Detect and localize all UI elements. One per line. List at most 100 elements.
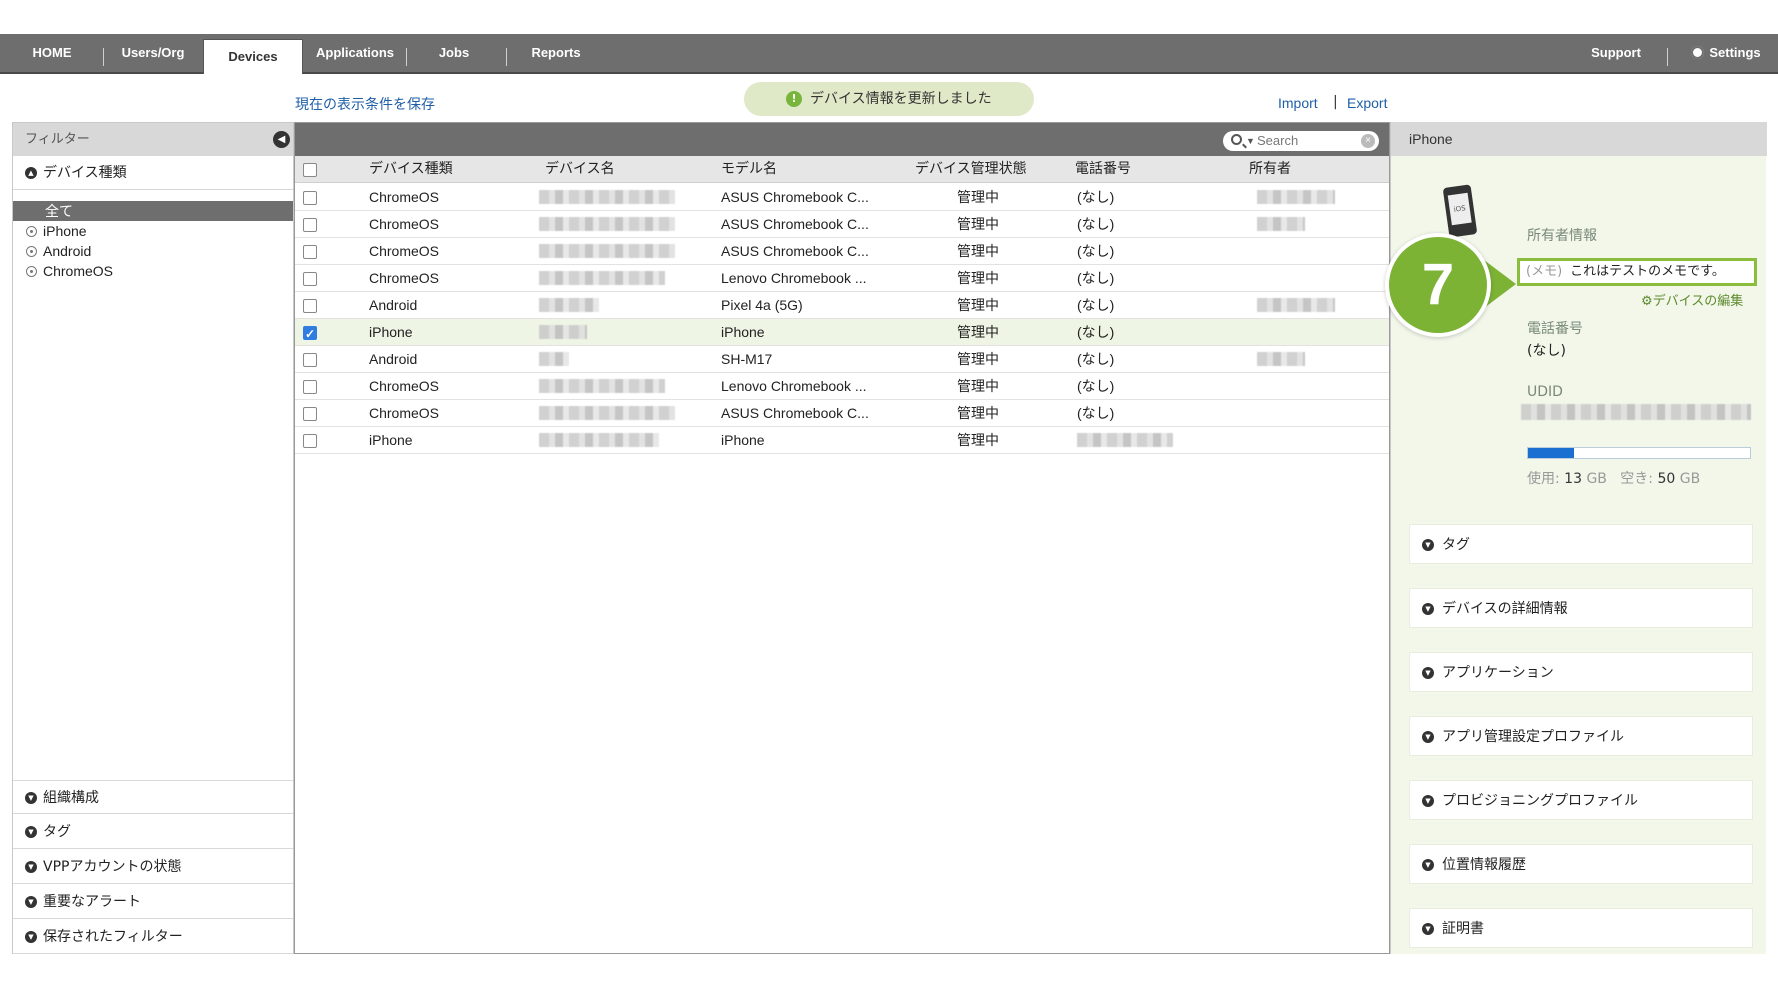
storage-used-fill xyxy=(1528,448,1574,458)
nav-support[interactable]: Support xyxy=(1580,34,1652,72)
filter-option-chromeos[interactable]: ChromeOS xyxy=(13,261,293,281)
table-row[interactable]: ChromeOS ASUS Chromebook C... 管理中 (なし) xyxy=(295,238,1389,265)
nav-devices[interactable]: Devices xyxy=(203,39,303,74)
row-checkbox[interactable] xyxy=(303,245,317,259)
filter-option-all[interactable]: 全て xyxy=(13,201,293,221)
cell-model: iPhone xyxy=(721,432,765,448)
cell-device-type: Android xyxy=(369,351,418,367)
row-checkbox[interactable] xyxy=(303,299,317,313)
filter-section-label: タグ xyxy=(43,824,71,840)
clear-icon[interactable]: × xyxy=(1361,134,1375,148)
filter-section-tags[interactable]: ▼ タグ xyxy=(13,815,293,849)
nav-jobs[interactable]: Jobs xyxy=(414,34,494,72)
row-checkbox[interactable] xyxy=(303,353,317,367)
table-row[interactable]: ChromeOS ASUS Chromebook C... 管理中 (なし) xyxy=(295,211,1389,238)
column-header-owner[interactable]: 所有者 xyxy=(1249,156,1291,183)
filter-section-label: デバイス種類 xyxy=(43,165,127,181)
table-row[interactable]: Android Pixel 4a (5G) 管理中 (なし) xyxy=(295,292,1389,319)
table-row[interactable]: ChromeOS ASUS Chromebook C... 管理中 (なし) xyxy=(295,400,1389,427)
device-name-redacted xyxy=(539,325,587,339)
row-checkbox[interactable] xyxy=(303,191,317,205)
detail-section-provisioning[interactable]: ▼ プロビジョニングプロファイル xyxy=(1409,780,1753,820)
detail-section-label: アプリケーション xyxy=(1442,665,1554,681)
filter-section-saved[interactable]: ▼ 保存されたフィルター xyxy=(13,920,293,954)
table-row[interactable]: ChromeOS Lenovo Chromebook ... 管理中 (なし) xyxy=(295,265,1389,292)
cell-device-type: ChromeOS xyxy=(369,378,440,394)
storage-used-value: 13 xyxy=(1564,471,1582,487)
owner-info-label: 所有者情報 xyxy=(1527,228,1597,244)
filter-section-org[interactable]: ▼ 組織構成 xyxy=(13,780,293,814)
nav-separator xyxy=(103,48,104,66)
cell-model: Lenovo Chromebook ... xyxy=(721,378,867,394)
filter-section-vpp[interactable]: ▼ VPPアカウントの状態 xyxy=(13,850,293,884)
save-filter-link[interactable]: 現在の表示条件を保存 xyxy=(295,94,435,114)
detail-section-app-config[interactable]: ▼ アプリ管理設定プロファイル xyxy=(1409,716,1753,756)
row-checkbox[interactable] xyxy=(303,407,317,421)
chevron-down-icon: ▼ xyxy=(25,931,37,943)
filter-section-alerts[interactable]: ▼ 重要なアラート xyxy=(13,885,293,919)
owner-redacted xyxy=(1257,352,1305,366)
column-header-type[interactable]: デバイス種類 xyxy=(369,156,453,183)
nav-home[interactable]: HOME xyxy=(12,34,92,72)
filter-section-device-type[interactable]: ▲ デバイス種類 xyxy=(13,156,293,190)
search-input[interactable]: ▼ Search × xyxy=(1223,131,1379,151)
cell-phone: (なし) xyxy=(1077,243,1115,259)
row-checkbox[interactable] xyxy=(303,380,317,394)
detail-section-label: デバイスの詳細情報 xyxy=(1442,601,1568,617)
cell-device-type: iPhone xyxy=(369,432,413,448)
radio-icon xyxy=(26,246,37,257)
filter-option-iphone[interactable]: iPhone xyxy=(13,221,293,241)
cell-status: 管理中 xyxy=(957,270,999,286)
radio-icon xyxy=(26,266,37,277)
device-name-redacted xyxy=(539,352,569,366)
table-row[interactable]: iPhone iPhone 管理中 xyxy=(295,427,1389,454)
detail-section-device-info[interactable]: ▼ デバイスの詳細情報 xyxy=(1409,588,1753,628)
cell-device-type: ChromeOS xyxy=(369,243,440,259)
table-row[interactable]: Android SH-M17 管理中 (なし) xyxy=(295,346,1389,373)
cell-status: 管理中 xyxy=(957,297,999,313)
row-checkbox[interactable] xyxy=(303,272,317,286)
select-all-checkbox[interactable] xyxy=(303,163,317,177)
edit-device-label: デバイスの編集 xyxy=(1652,294,1744,309)
device-name-redacted xyxy=(539,298,599,312)
detail-section-certificates[interactable]: ▼ 証明書 xyxy=(1409,908,1753,948)
table-row[interactable]: iPhone iPhone 管理中 (なし) xyxy=(295,319,1389,348)
cell-status: 管理中 xyxy=(957,351,999,367)
nav-separator xyxy=(1667,48,1668,66)
cell-status: 管理中 xyxy=(957,324,999,340)
column-header-model[interactable]: モデル名 xyxy=(721,156,777,183)
nav-applications[interactable]: Applications xyxy=(308,34,402,72)
udid-value-redacted xyxy=(1521,404,1751,420)
storage-bar xyxy=(1527,447,1751,459)
table-row[interactable]: ChromeOS ASUS Chromebook C... 管理中 (なし) xyxy=(295,184,1389,211)
ios-badge: iOS xyxy=(1447,192,1472,226)
cell-phone: (なし) xyxy=(1077,216,1115,232)
column-header-status[interactable]: デバイス管理状態 xyxy=(915,156,1027,183)
detail-section-location[interactable]: ▼ 位置情報履歴 xyxy=(1409,844,1753,884)
column-header-phone[interactable]: 電話番号 xyxy=(1075,156,1131,183)
row-checkbox[interactable] xyxy=(303,218,317,232)
column-header-name[interactable]: デバイス名 xyxy=(545,156,615,183)
export-link[interactable]: Export xyxy=(1347,95,1387,111)
row-checkbox[interactable] xyxy=(303,321,317,348)
nav-reports[interactable]: Reports xyxy=(514,34,598,72)
collapse-left-icon[interactable]: ◀ xyxy=(273,131,290,148)
table-row[interactable]: ChromeOS Lenovo Chromebook ... 管理中 (なし) xyxy=(295,373,1389,400)
filter-option-android[interactable]: Android xyxy=(13,241,293,261)
edit-device-link[interactable]: ⚙デバイスの編集 xyxy=(1641,290,1743,309)
detail-section-applications[interactable]: ▼ アプリケーション xyxy=(1409,652,1753,692)
nav-settings[interactable]: Settings xyxy=(1680,34,1772,72)
chevron-down-icon: ▼ xyxy=(1246,136,1255,146)
device-name-redacted xyxy=(539,190,675,204)
udid-label: UDID xyxy=(1527,384,1563,400)
storage-used-unit: GB xyxy=(1586,471,1607,487)
detail-section-tags[interactable]: ▼ タグ xyxy=(1409,524,1753,564)
cell-phone: (なし) xyxy=(1077,405,1115,421)
gear-icon: ⚙ xyxy=(1641,294,1653,309)
import-link[interactable]: Import xyxy=(1278,95,1318,111)
row-checkbox[interactable] xyxy=(303,434,317,448)
device-name-redacted xyxy=(539,406,675,420)
link-separator: | xyxy=(1333,94,1338,110)
nav-users-org[interactable]: Users/Org xyxy=(108,34,198,72)
table-toolbar: ▼ Search × xyxy=(295,123,1389,156)
